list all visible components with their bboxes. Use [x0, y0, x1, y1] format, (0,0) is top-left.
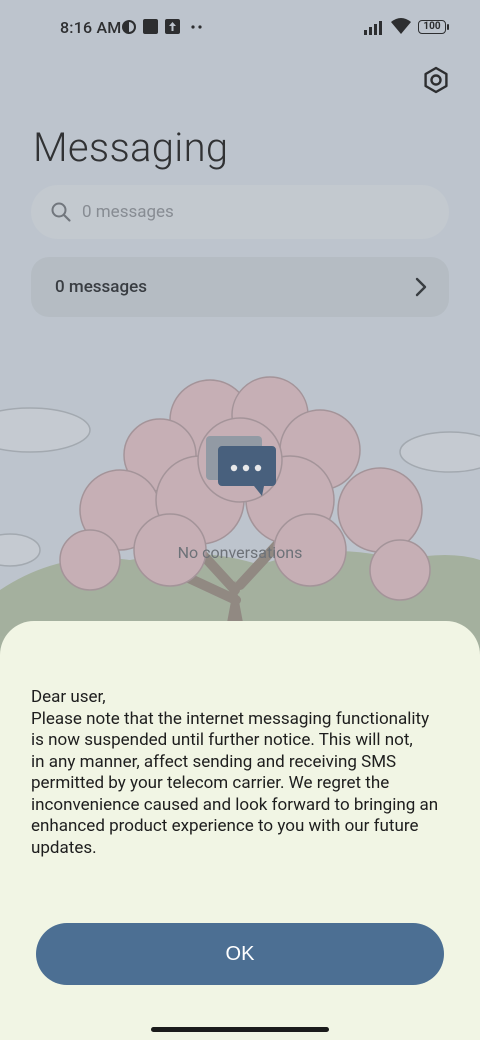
notice-message: Dear user, Please note that the internet…	[31, 687, 463, 859]
ok-button[interactable]: OK	[36, 923, 444, 985]
notice-greeting: Dear user,	[31, 687, 106, 707]
notice-bottom-sheet: Dear user, Please note that the internet…	[0, 621, 480, 1040]
gesture-nav-bar[interactable]	[151, 1027, 329, 1032]
notice-body: Please note that the internet messaging …	[31, 708, 439, 858]
